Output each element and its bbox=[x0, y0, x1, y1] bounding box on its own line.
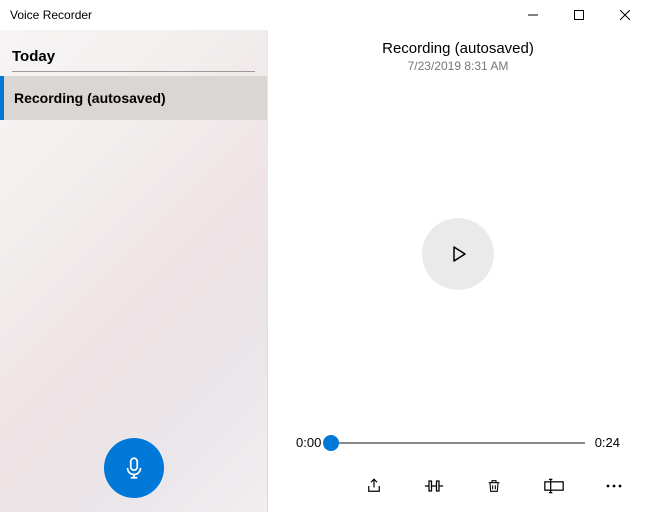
app-body: Today Recording (autosaved) Recording (a… bbox=[0, 30, 648, 512]
sidebar-section-header: Today bbox=[0, 30, 267, 71]
more-icon bbox=[605, 483, 623, 489]
detail-title: Recording (autosaved) bbox=[268, 40, 648, 57]
detail-header: Recording (autosaved) 7/23/2019 8:31 AM bbox=[268, 30, 648, 73]
play-button[interactable] bbox=[422, 218, 494, 290]
trim-button[interactable] bbox=[424, 476, 444, 496]
sidebar: Today Recording (autosaved) bbox=[0, 30, 268, 512]
detail-pane: Recording (autosaved) 7/23/2019 8:31 AM … bbox=[268, 30, 648, 512]
time-total: 0:24 bbox=[595, 435, 620, 450]
record-button[interactable] bbox=[104, 438, 164, 498]
app-window: Voice Recorder Today Recording (autosave… bbox=[0, 0, 648, 512]
delete-icon bbox=[486, 477, 502, 495]
detail-date: 7/23/2019 8:31 AM bbox=[268, 59, 648, 73]
play-area bbox=[268, 73, 648, 435]
minimize-button[interactable] bbox=[510, 0, 556, 30]
recording-list-item-label: Recording (autosaved) bbox=[14, 90, 166, 106]
recording-list-item[interactable]: Recording (autosaved) bbox=[0, 76, 267, 120]
minimize-icon bbox=[528, 10, 538, 20]
seek-bar[interactable] bbox=[331, 442, 584, 444]
trim-icon bbox=[424, 477, 444, 495]
maximize-button[interactable] bbox=[556, 0, 602, 30]
share-icon bbox=[365, 477, 383, 495]
play-icon bbox=[446, 242, 470, 266]
seek-thumb[interactable] bbox=[323, 435, 339, 451]
more-button[interactable] bbox=[604, 476, 624, 496]
window-controls bbox=[510, 0, 648, 30]
share-button[interactable] bbox=[364, 476, 384, 496]
delete-button[interactable] bbox=[484, 476, 504, 496]
detail-toolbar bbox=[268, 462, 648, 512]
titlebar: Voice Recorder bbox=[0, 0, 648, 30]
time-current: 0:00 bbox=[296, 435, 321, 450]
sidebar-divider bbox=[12, 71, 255, 72]
microphone-icon bbox=[121, 455, 147, 481]
app-title: Voice Recorder bbox=[10, 8, 92, 22]
maximize-icon bbox=[574, 10, 584, 20]
close-icon bbox=[620, 10, 630, 20]
rename-icon bbox=[544, 478, 564, 494]
close-button[interactable] bbox=[602, 0, 648, 30]
rename-button[interactable] bbox=[544, 476, 564, 496]
timeline: 0:00 0:24 bbox=[268, 435, 648, 462]
